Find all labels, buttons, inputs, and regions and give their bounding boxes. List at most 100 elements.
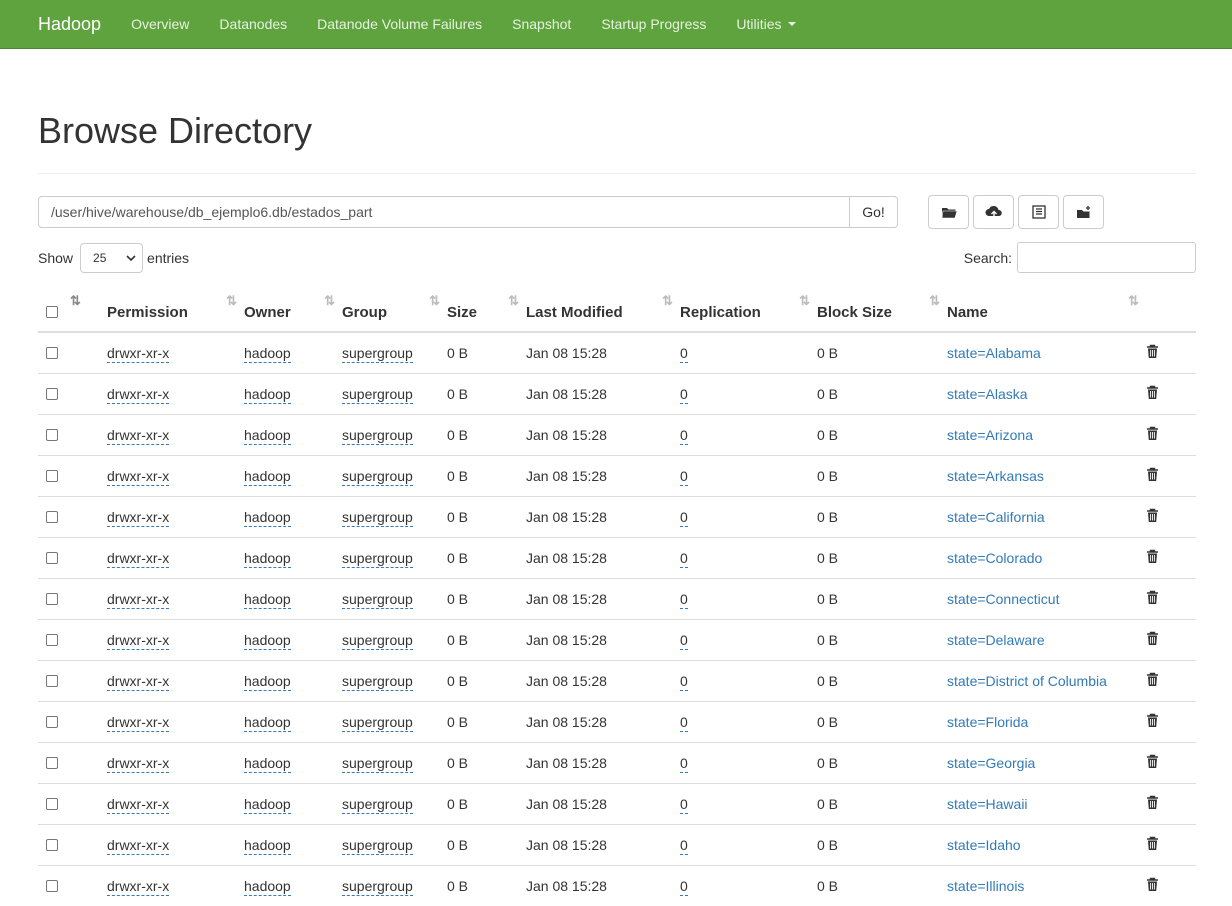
directory-link[interactable]: state=District of Columbia <box>947 673 1107 689</box>
owner-value[interactable]: hadoop <box>244 796 291 814</box>
permission-value[interactable]: drwxr-xr-x <box>107 591 169 609</box>
directory-link[interactable]: state=Arkansas <box>947 468 1044 484</box>
sort-header[interactable]: ⇅ <box>70 289 107 332</box>
delete-button[interactable] <box>1146 415 1196 456</box>
upload-button[interactable] <box>973 195 1014 229</box>
directory-link[interactable]: state=Colorado <box>947 550 1042 566</box>
directory-link[interactable]: state=Hawaii <box>947 796 1028 812</box>
permission-value[interactable]: drwxr-xr-x <box>107 550 169 568</box>
owner-value[interactable]: hadoop <box>244 673 291 691</box>
permission-value[interactable]: drwxr-xr-x <box>107 755 169 773</box>
row-checkbox[interactable] <box>46 716 58 728</box>
nav-datanodes[interactable]: Datanodes <box>219 16 287 32</box>
entries-select[interactable]: 25 <box>80 243 143 273</box>
group-value[interactable]: supergroup <box>342 673 413 691</box>
directory-link[interactable]: state=California <box>947 509 1045 525</box>
directory-link[interactable]: state=Illinois <box>947 878 1024 894</box>
owner-value[interactable]: hadoop <box>244 632 291 650</box>
permission-value[interactable]: drwxr-xr-x <box>107 509 169 527</box>
group-value[interactable]: supergroup <box>342 878 413 896</box>
permission-value[interactable]: drwxr-xr-x <box>107 386 169 404</box>
nav-utilities[interactable]: Utilities <box>736 16 795 32</box>
replication-value[interactable]: 0 <box>680 427 688 445</box>
delete-button[interactable] <box>1146 743 1196 784</box>
permission-value[interactable]: drwxr-xr-x <box>107 878 169 896</box>
nav-volume-failures[interactable]: Datanode Volume Failures <box>317 16 482 32</box>
delete-button[interactable] <box>1146 661 1196 702</box>
header-owner[interactable]: Owner⇅ <box>244 289 342 332</box>
delete-button[interactable] <box>1146 579 1196 620</box>
delete-button[interactable] <box>1146 784 1196 825</box>
nav-snapshot[interactable]: Snapshot <box>512 16 571 32</box>
row-checkbox[interactable] <box>46 347 58 359</box>
row-checkbox[interactable] <box>46 634 58 646</box>
directory-link[interactable]: state=Florida <box>947 714 1028 730</box>
header-last-modified[interactable]: Last Modified⇅ <box>526 289 680 332</box>
delete-button[interactable] <box>1146 456 1196 497</box>
group-value[interactable]: supergroup <box>342 468 413 486</box>
header-group[interactable]: Group⇅ <box>342 289 447 332</box>
directory-link[interactable]: state=Alaska <box>947 386 1028 402</box>
permission-value[interactable]: drwxr-xr-x <box>107 427 169 445</box>
delete-button[interactable] <box>1146 866 1196 906</box>
owner-value[interactable]: hadoop <box>244 509 291 527</box>
directory-link[interactable]: state=Idaho <box>947 837 1021 853</box>
permission-value[interactable]: drwxr-xr-x <box>107 673 169 691</box>
group-value[interactable]: supergroup <box>342 837 413 855</box>
permission-value[interactable]: drwxr-xr-x <box>107 837 169 855</box>
replication-value[interactable]: 0 <box>680 755 688 773</box>
header-size[interactable]: Size⇅ <box>447 289 526 332</box>
delete-button[interactable] <box>1146 825 1196 866</box>
owner-value[interactable]: hadoop <box>244 755 291 773</box>
delete-button[interactable] <box>1146 332 1196 374</box>
permission-value[interactable]: drwxr-xr-x <box>107 714 169 732</box>
replication-value[interactable]: 0 <box>680 550 688 568</box>
replication-value[interactable]: 0 <box>680 673 688 691</box>
row-checkbox[interactable] <box>46 593 58 605</box>
group-value[interactable]: supergroup <box>342 550 413 568</box>
go-button[interactable]: Go! <box>850 196 898 228</box>
replication-value[interactable]: 0 <box>680 837 688 855</box>
replication-value[interactable]: 0 <box>680 632 688 650</box>
group-value[interactable]: supergroup <box>342 427 413 445</box>
group-value[interactable]: supergroup <box>342 591 413 609</box>
owner-value[interactable]: hadoop <box>244 878 291 896</box>
row-checkbox[interactable] <box>46 880 58 892</box>
row-checkbox[interactable] <box>46 470 58 482</box>
row-checkbox[interactable] <box>46 388 58 400</box>
replication-value[interactable]: 0 <box>680 509 688 527</box>
permission-value[interactable]: drwxr-xr-x <box>107 345 169 363</box>
row-checkbox[interactable] <box>46 552 58 564</box>
owner-value[interactable]: hadoop <box>244 714 291 732</box>
directory-link[interactable]: state=Arizona <box>947 427 1033 443</box>
owner-value[interactable]: hadoop <box>244 550 291 568</box>
directory-link[interactable]: state=Alabama <box>947 345 1041 361</box>
directory-link[interactable]: state=Georgia <box>947 755 1035 771</box>
owner-value[interactable]: hadoop <box>244 468 291 486</box>
create-directory-button[interactable] <box>928 195 969 229</box>
replication-value[interactable]: 0 <box>680 796 688 814</box>
permission-value[interactable]: drwxr-xr-x <box>107 632 169 650</box>
replication-value[interactable]: 0 <box>680 386 688 404</box>
group-value[interactable]: supergroup <box>342 632 413 650</box>
row-checkbox[interactable] <box>46 757 58 769</box>
brand[interactable]: Hadoop <box>38 14 101 35</box>
row-checkbox[interactable] <box>46 511 58 523</box>
row-checkbox[interactable] <box>46 798 58 810</box>
list-button[interactable] <box>1018 195 1059 229</box>
search-input[interactable] <box>1017 242 1196 273</box>
delete-button[interactable] <box>1146 538 1196 579</box>
header-name[interactable]: Name⇅ <box>947 289 1146 332</box>
group-value[interactable]: supergroup <box>342 796 413 814</box>
permission-value[interactable]: drwxr-xr-x <box>107 796 169 814</box>
delete-button[interactable] <box>1146 374 1196 415</box>
row-checkbox[interactable] <box>46 429 58 441</box>
delete-button[interactable] <box>1146 702 1196 743</box>
group-value[interactable]: supergroup <box>342 345 413 363</box>
group-value[interactable]: supergroup <box>342 386 413 404</box>
replication-value[interactable]: 0 <box>680 714 688 732</box>
directory-link[interactable]: state=Delaware <box>947 632 1045 648</box>
owner-value[interactable]: hadoop <box>244 591 291 609</box>
header-replication[interactable]: Replication⇅ <box>680 289 817 332</box>
select-all-checkbox[interactable] <box>46 306 58 318</box>
